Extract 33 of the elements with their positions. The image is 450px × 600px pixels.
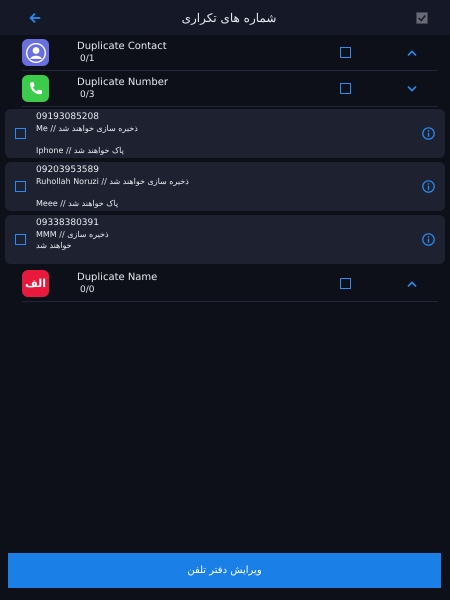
contact-action-text: Iphone // پاک خواهند شد — [36, 145, 125, 156]
checkbox[interactable] — [340, 83, 351, 94]
group-title: Duplicate Contact — [77, 41, 168, 52]
checkbox[interactable] — [15, 234, 26, 245]
phone-number: 09203953589 — [36, 165, 100, 176]
group-title: Duplicate Name — [77, 272, 158, 283]
contact-action-text: MMM // ذخیره سازی — [36, 229, 110, 240]
chevron-icon[interactable] — [406, 84, 418, 92]
group-count: 0/1 — [80, 54, 96, 64]
contact-action-text: Ruhollah Noruzi // ذخیره سازی خواهند شد — [36, 176, 190, 187]
chevron-icon[interactable] — [406, 280, 418, 288]
screen-title: شماره های تکراری — [180, 10, 278, 24]
back-arrow-icon[interactable] — [28, 10, 42, 24]
checkbox[interactable] — [340, 47, 351, 58]
contact-action-text: Meee // پاک خواهند شد — [36, 198, 120, 209]
checkbox[interactable] — [15, 128, 26, 139]
group-count: 0/3 — [80, 90, 96, 100]
phone-icon — [22, 75, 49, 102]
info-icon[interactable] — [422, 233, 435, 246]
contact-icon — [22, 39, 49, 66]
phone-number: 09193085208 — [36, 112, 100, 123]
contact-action-text: Me // ذخیره سازی خواهند شد — [36, 123, 139, 134]
chevron-icon[interactable] — [406, 48, 418, 56]
group-count: 0/0 — [80, 285, 96, 295]
info-icon[interactable] — [422, 180, 435, 193]
edit-phonebook-button[interactable]: ویرایش دفتر تلفن — [8, 553, 441, 588]
checkbox[interactable] — [340, 278, 351, 289]
contact-action-text: خواهند شد — [36, 240, 73, 251]
info-icon[interactable] — [422, 127, 435, 140]
group-title: Duplicate Number — [77, 77, 169, 88]
checkbox[interactable] — [15, 181, 26, 192]
phone-number: 09338380391 — [36, 218, 100, 229]
letter-icon: الف — [22, 270, 49, 297]
